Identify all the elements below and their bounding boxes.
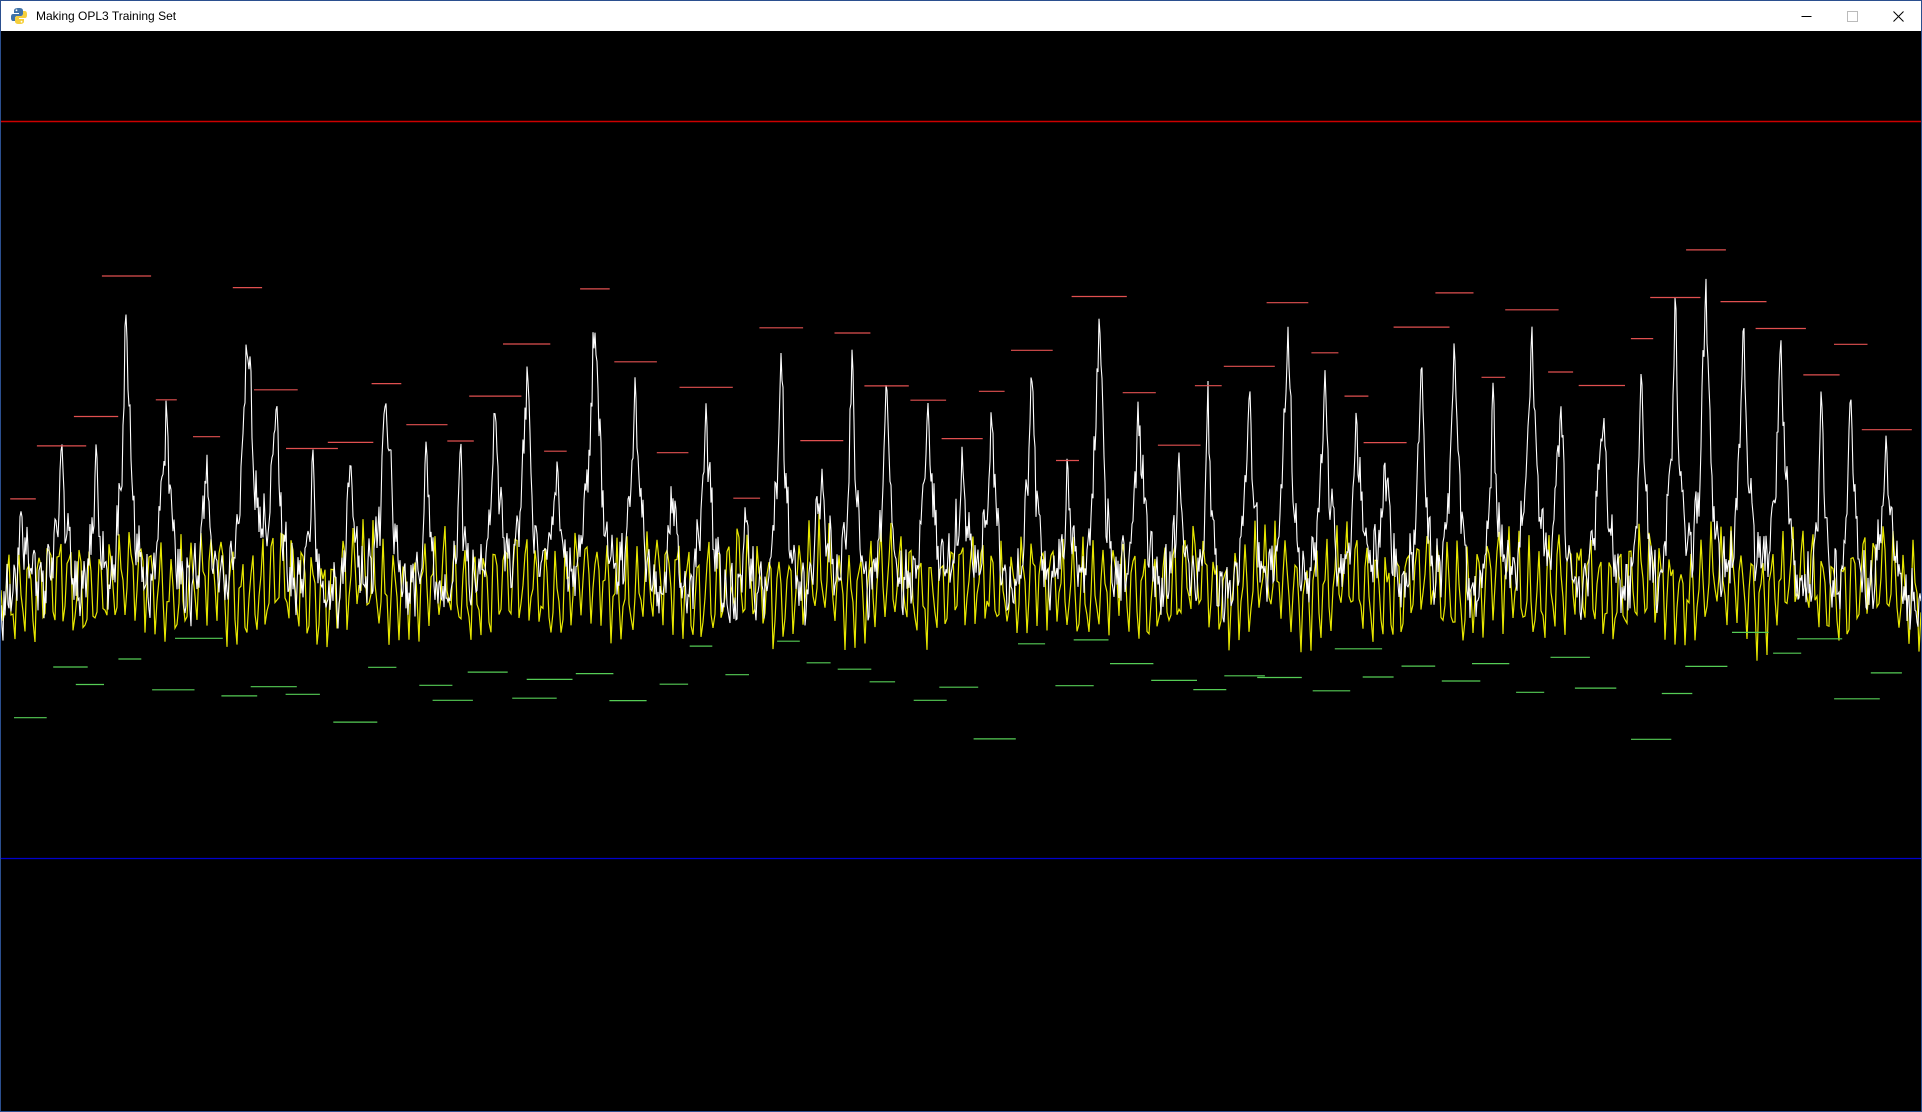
app-window: Making OPL3 Training Set: [0, 0, 1922, 1112]
waveform-plot: [1, 120, 1921, 860]
close-icon: [1892, 10, 1904, 22]
python-icon: [11, 8, 27, 24]
title-bar[interactable]: Making OPL3 Training Set: [1, 1, 1921, 31]
maximize-button[interactable]: [1829, 1, 1875, 31]
waveform-canvas: [1, 31, 1921, 1111]
window-title: Making OPL3 Training Set: [36, 9, 177, 23]
minimize-icon: [1801, 15, 1811, 17]
maximize-icon: [1846, 10, 1858, 22]
close-button[interactable]: [1875, 1, 1921, 31]
window-controls: [1783, 1, 1921, 31]
minimize-button[interactable]: [1783, 1, 1829, 31]
